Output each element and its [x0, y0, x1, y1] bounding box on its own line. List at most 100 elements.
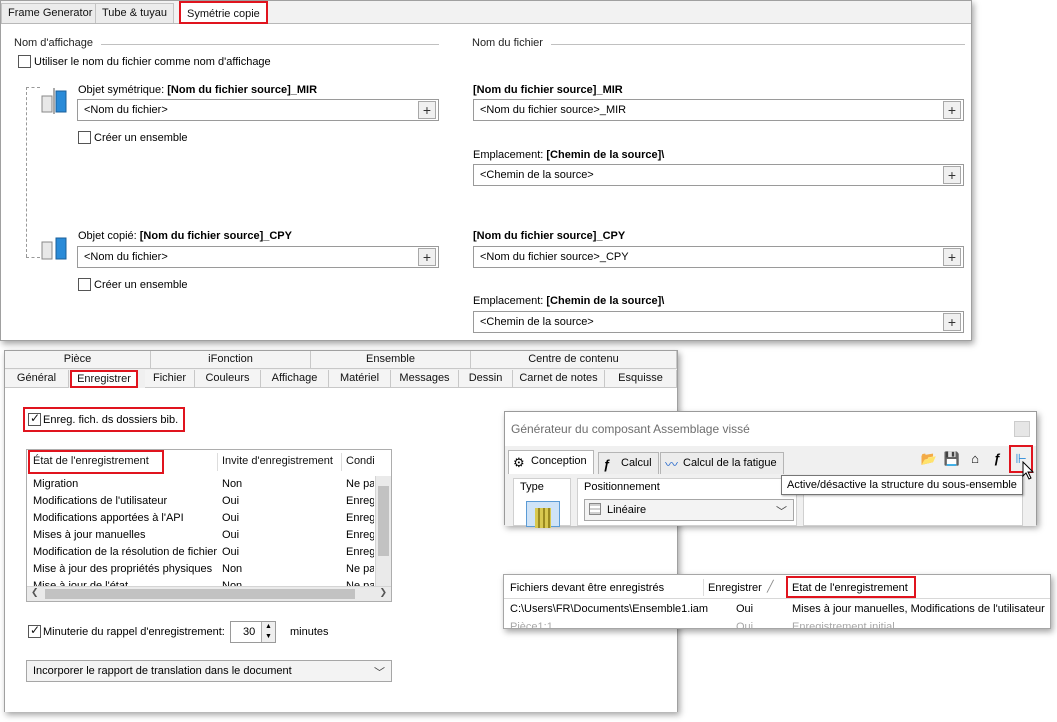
mirror-display-name-value: <Nom du fichier>	[84, 104, 168, 116]
mirror-file-header: [Nom du fichier source]_MIR	[473, 84, 623, 96]
table-row[interactable]: Pièce1:1 Oui Enregistrement initial	[504, 617, 1050, 628]
close-icon[interactable]	[1014, 421, 1030, 437]
save-icon[interactable]: 💾	[942, 449, 962, 469]
copy-location-label: Emplacement: [Chemin de la source]\	[473, 295, 665, 307]
mirror-location-value: <Chemin de la source>	[480, 169, 594, 181]
save-status-grid: État de l'enregistrement Invite d'enregi…	[26, 449, 392, 602]
copy-display-name-field[interactable]: <Nom du fichier> +	[77, 246, 439, 268]
table-row[interactable]: Mise à jour de l'état Non Ne pa	[27, 578, 391, 586]
open-folder-icon[interactable]: 📂	[919, 449, 939, 469]
table-row[interactable]: Modifications apportées à l'API Oui Enre…	[27, 510, 391, 527]
mirror-location-add-button[interactable]: +	[943, 166, 961, 184]
tab-group-ifeature[interactable]: iFonction	[151, 351, 311, 369]
tab-fatigue-calculation[interactable]: 〰 Calcul de la fatigue	[660, 452, 784, 474]
table-row[interactable]: Mises à jour manuelles Oui Enreg	[27, 527, 391, 544]
tab-group-content-center[interactable]: Centre de contenu	[471, 351, 677, 369]
copy-location-add-button[interactable]: +	[943, 313, 961, 331]
mirror-display-name-field[interactable]: <Nom du fichier> +	[77, 99, 439, 121]
table-row[interactable]: Modifications de l'utilisateur Oui Enreg	[27, 493, 391, 510]
chevron-down-icon: ﹀	[374, 667, 385, 679]
save-reminder-checkbox[interactable]	[28, 623, 41, 638]
table-row[interactable]: Modification de la résolution de fichier…	[27, 544, 391, 561]
section-divider	[101, 44, 439, 45]
placement-group: Positionnement Linéaire ﹀	[577, 478, 797, 526]
type-group: Type	[513, 478, 571, 528]
scrollbar-thumb[interactable]	[45, 589, 355, 599]
copy-object-icon	[41, 237, 67, 260]
tab-symmetry-copy[interactable]: Symétrie copie	[179, 1, 268, 24]
create-assembly-checkbox-1[interactable]	[78, 131, 91, 144]
copy-file-name-field[interactable]: <Nom du fichier source>_CPY +	[473, 246, 964, 268]
mirror-file-name-field[interactable]: <Nom du fichier source>_MIR +	[473, 99, 964, 121]
tab-design[interactable]: ⚙ Conception	[508, 450, 594, 474]
header-files-to-save[interactable]: Fichiers devant être enregistrés	[510, 582, 664, 594]
table-row[interactable]: C:\Users\FR\Documents\Ensemble1.iam Oui …	[504, 599, 1050, 617]
template-icon[interactable]: ⌂	[965, 449, 985, 469]
header-divider	[217, 453, 218, 471]
library-save-label: Enreg. fich. ds dossiers bib.	[43, 414, 179, 426]
tab-frame-generator[interactable]: Frame Generator	[1, 3, 100, 23]
tab-file[interactable]: Fichier	[145, 370, 195, 388]
type-label: Type	[520, 481, 544, 493]
tab-group-assembly[interactable]: Ensemble	[311, 351, 471, 369]
tab-general[interactable]: Général	[5, 370, 69, 388]
grid-header-prompt[interactable]: Invite d'enregistrement	[222, 450, 333, 474]
reminder-minutes-value: 30	[243, 626, 256, 638]
use-filename-checkbox[interactable]	[18, 55, 31, 68]
function-icon[interactable]: ƒ	[987, 449, 1007, 469]
scroll-right-icon[interactable]: ❯	[379, 587, 387, 598]
application-options-panel: Pièce iFonction Ensemble Centre de conte…	[4, 350, 678, 712]
translation-report-select[interactable]: Incorporer le rapport de translation dan…	[26, 660, 392, 682]
tab-save[interactable]: Enregistrer	[70, 370, 138, 388]
tab-notebook[interactable]: Carnet de notes	[513, 370, 605, 388]
tab-colors[interactable]: Couleurs	[195, 370, 261, 388]
tab-display[interactable]: Affichage	[261, 370, 329, 388]
table-row[interactable]: Migration Non Ne pa	[27, 476, 391, 493]
copy-object-prefix: Objet copié:	[78, 230, 137, 242]
tab-sketch[interactable]: Esquisse	[605, 370, 677, 388]
bolted-connection-generator-panel: Générateur du composant Assemblage vissé…	[504, 411, 1037, 528]
scrollbar-thumb[interactable]	[378, 486, 389, 556]
mouse-cursor-icon	[1022, 461, 1035, 480]
save-reminder-label: Minuterie du rappel d'enregistrement:	[43, 626, 225, 638]
tab-row: Général Enregistrer Fichier Couleurs Aff…	[5, 370, 677, 388]
placement-select[interactable]: Linéaire ﹀	[584, 499, 794, 521]
grid-horizontal-scrollbar[interactable]: ❮ ❯	[27, 586, 391, 601]
header-divider	[341, 453, 342, 471]
calculation-icon: ƒ	[603, 457, 611, 472]
display-name-section-title: Nom d'affichage	[14, 37, 93, 49]
copy-file-add-button[interactable]: +	[943, 248, 961, 266]
header-save[interactable]: Enregistrer	[708, 582, 762, 594]
header-save-status[interactable]: Etat de l'enregistrement	[792, 582, 908, 594]
tab-calculation[interactable]: ƒ Calcul	[598, 452, 659, 474]
mirror-file-add-button[interactable]: +	[943, 101, 961, 119]
copy-location-field[interactable]: <Chemin de la source> +	[473, 311, 964, 333]
dialog-title-bar: Générateur du composant Assemblage vissé	[505, 412, 1036, 446]
create-assembly-checkbox-2[interactable]	[78, 278, 91, 291]
grid-header-condition[interactable]: Condi	[346, 450, 375, 474]
tab-group-row: Pièce iFonction Ensemble Centre de conte…	[5, 351, 677, 369]
chevron-down-icon: ﹀	[776, 506, 787, 518]
tab-drawing[interactable]: Dessin	[459, 370, 513, 388]
bolt-type-button[interactable]	[526, 501, 560, 528]
scroll-left-icon[interactable]: ❮	[31, 587, 39, 598]
library-save-checkbox[interactable]	[28, 411, 41, 426]
copy-display-add-button[interactable]: +	[418, 248, 436, 266]
placement-value: Linéaire	[607, 504, 647, 516]
copy-object-label: Objet copié: [Nom du fichier source]_CPY	[78, 230, 292, 242]
create-assembly-label-2: Créer un ensemble	[94, 279, 188, 291]
tab-tube-pipe[interactable]: Tube & tuyau	[95, 3, 175, 23]
reminder-minutes-stepper[interactable]: 30 ▲ ▼	[230, 621, 276, 643]
stepper-down-icon[interactable]: ▼	[261, 632, 275, 642]
mirror-display-add-button[interactable]: +	[418, 101, 436, 119]
stepper-up-icon[interactable]: ▲	[261, 622, 275, 632]
grid-header-status[interactable]: État de l'enregistrement	[33, 450, 149, 474]
mirror-location-field[interactable]: <Chemin de la source> +	[473, 164, 964, 186]
tab-messages[interactable]: Messages	[391, 370, 459, 388]
table-row[interactable]: Mise à jour des propriétés physiques Non…	[27, 561, 391, 578]
tab-group-part[interactable]: Pièce	[5, 351, 151, 369]
symmetry-tab-bar: Frame Generator Tube & tuyau Symétrie co…	[1, 1, 971, 24]
grid-vertical-scrollbar[interactable]	[375, 476, 391, 586]
tab-material[interactable]: Matériel	[329, 370, 391, 388]
create-assembly-label-1: Créer un ensemble	[94, 132, 188, 144]
